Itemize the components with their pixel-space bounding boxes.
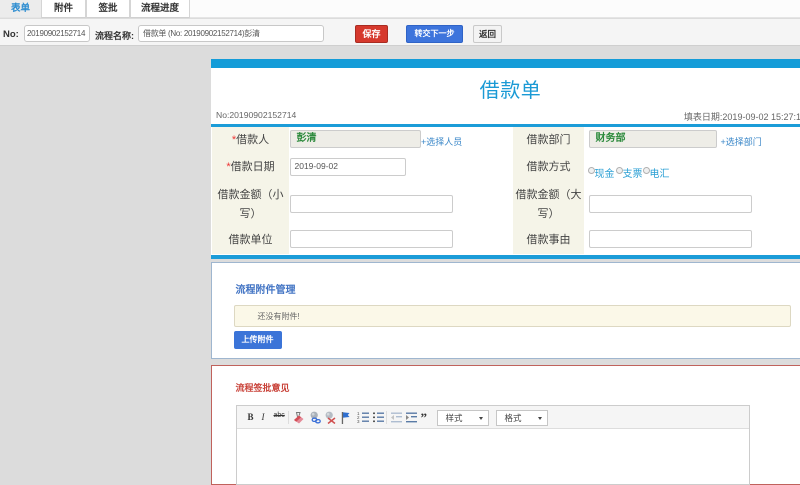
svg-text:3: 3 [357,419,360,424]
